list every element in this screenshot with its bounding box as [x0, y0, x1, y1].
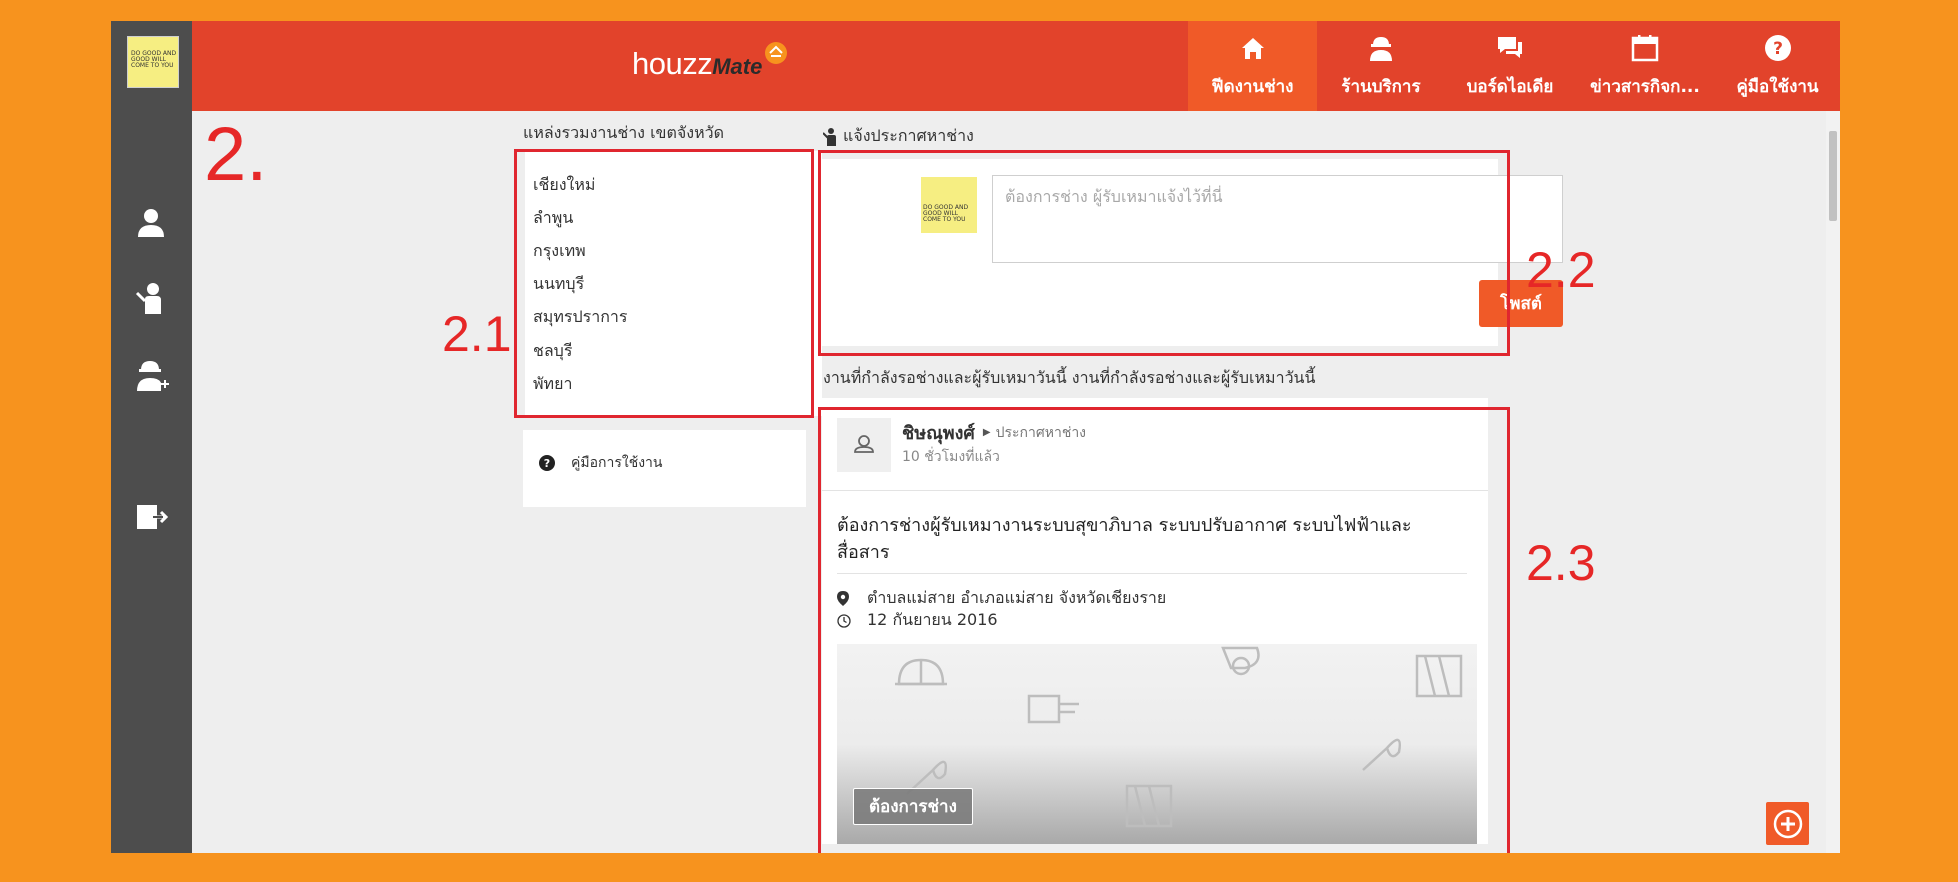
- main-content: 2. แหล่งรวมงานช่าง เขตจังหวัด เชียงใหม่ …: [192, 111, 1840, 853]
- house-roof-icon: [765, 42, 787, 64]
- svg-text:?: ?: [1773, 39, 1783, 59]
- nav-label: คู่มือใช้งาน: [1736, 77, 1819, 97]
- plus-circle-icon: [1773, 809, 1802, 838]
- nav-feed[interactable]: ฟีดงานช่าง: [1188, 21, 1317, 111]
- page-scrollbar[interactable]: [1826, 111, 1840, 853]
- main-nav: ฟีดงานช่าง ร้านบริการ บอร์ดไอเดีย ข่าวสา…: [1188, 21, 1840, 111]
- technician-icon: [1370, 37, 1392, 61]
- nav-news[interactable]: ข่าวสารกิจก...: [1575, 21, 1715, 111]
- calendar-icon: [1631, 35, 1659, 62]
- feed-title: งานที่กำลังรอช่างและผู้รับเหมาวันนี้ งาน…: [823, 368, 1316, 387]
- profile-logo[interactable]: DO GOOD AND GOOD WILL COME TO YOU: [127, 36, 179, 88]
- post-title: แจ้งประกาศหาช่าง: [823, 124, 974, 149]
- question-circle-icon: ?: [539, 455, 555, 471]
- sidebar: DO GOOD AND GOOD WILL COME TO YOU: [111, 21, 192, 853]
- brand-main: houzz: [632, 46, 713, 81]
- nav-label: ฟีดงานช่าง: [1211, 77, 1294, 97]
- nav-services[interactable]: ร้านบริการ: [1317, 21, 1445, 111]
- brand-logo[interactable]: houzzMate: [632, 42, 787, 82]
- top-navbar: houzzMate ฟีดงานช่าง ร้านบริการ บอร์ดไอเ…: [192, 21, 1840, 111]
- app-window: DO GOOD AND GOOD WILL COME TO YOU houzzM…: [111, 21, 1840, 853]
- help-icon: ?: [1764, 35, 1791, 61]
- add-button[interactable]: [1766, 802, 1809, 845]
- annotation-box-2-3: [818, 407, 1510, 853]
- help-link[interactable]: ? คู่มือการใช้งาน: [539, 452, 662, 474]
- provinces-title: แหล่งรวมงานช่าง เขตจังหวัด: [523, 123, 724, 142]
- post-title-text: แจ้งประกาศหาช่าง: [843, 126, 974, 145]
- brand-sub: Mate: [712, 54, 763, 79]
- nav-ideas[interactable]: บอร์ดไอเดีย: [1445, 21, 1575, 111]
- worker-icon[interactable]: [133, 281, 169, 317]
- nav-label: บอร์ดไอเดีย: [1466, 77, 1554, 97]
- annotation-2-1: 2.1: [442, 306, 512, 362]
- logout-icon[interactable]: [133, 499, 169, 535]
- nav-label: ร้านบริการ: [1341, 77, 1421, 97]
- annotation-2-3: 2.3: [1526, 535, 1596, 591]
- nav-manual[interactable]: ? คู่มือใช้งาน: [1715, 21, 1840, 111]
- home-icon: [1241, 38, 1264, 59]
- annotation-2: 2.: [204, 112, 268, 197]
- add-technician-icon[interactable]: [133, 357, 169, 393]
- user-icon[interactable]: [133, 205, 169, 241]
- annotation-2-2: 2.2: [1526, 242, 1596, 298]
- chat-icon: [1498, 37, 1522, 58]
- help-link-label: คู่มือการใช้งาน: [571, 455, 663, 471]
- nav-label: ข่าวสารกิจก...: [1590, 77, 1700, 97]
- annotation-box-2-1: [514, 149, 814, 418]
- worker-small-icon: [823, 127, 836, 146]
- annotation-box-2-2: [818, 150, 1510, 356]
- logo-text: DO GOOD AND GOOD WILL COME TO YOU: [131, 50, 177, 69]
- scrollbar-thumb[interactable]: [1829, 131, 1837, 221]
